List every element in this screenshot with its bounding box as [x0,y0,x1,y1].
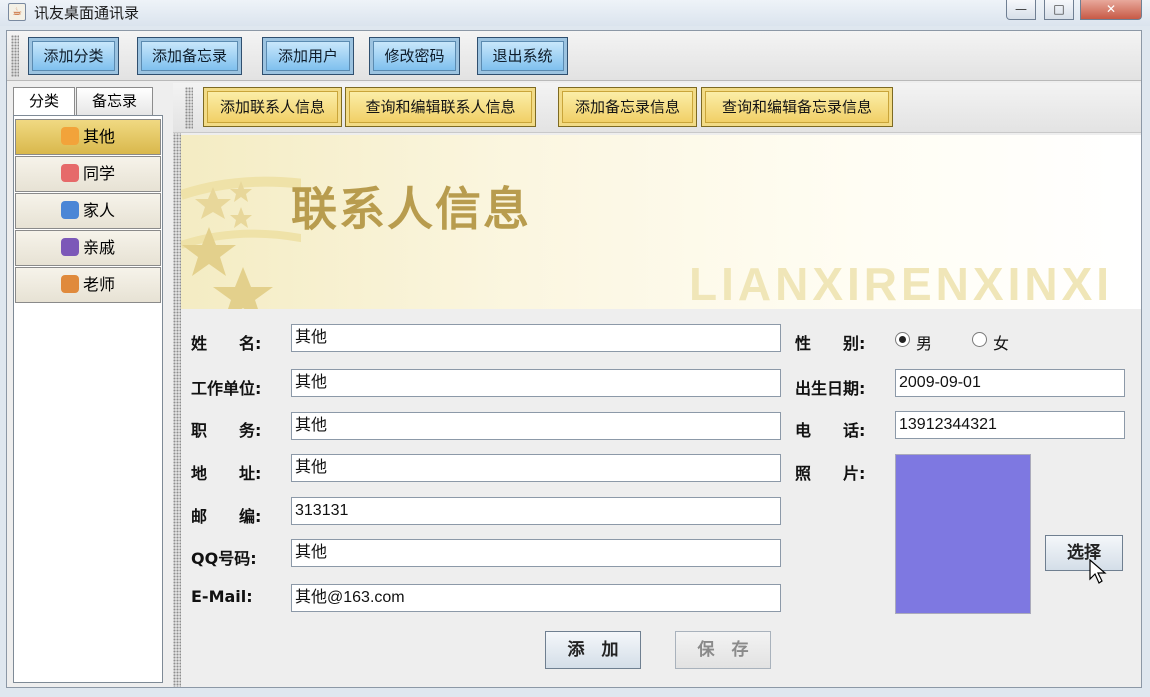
family-icon [60,201,79,219]
change-password-button[interactable]: 修改密码 [369,37,460,75]
gender-female-label: 女 [993,334,1010,353]
address-input[interactable]: 其他 [291,454,781,482]
teacher-icon [60,275,79,293]
category-item-classmates[interactable]: 同学 [15,156,161,192]
mouse-pointer-icon [1089,559,1107,584]
add-contact-button[interactable]: 添加联系人信息 [203,87,342,127]
add-user-label: 添加用户 [266,41,350,71]
photo-label: 照 片: [795,464,866,483]
splitter-grip[interactable] [173,83,181,687]
category-label: 亲戚 [82,238,115,257]
tab-memo[interactable]: 备忘录 [76,87,153,115]
category-item-other[interactable]: 其他 [15,119,161,155]
maximize-button[interactable]: □ [1044,0,1074,20]
qq-input[interactable]: 其他 [291,539,781,567]
work-unit-label: 工作单位: [191,379,262,398]
zip-label: 邮 编: [191,507,262,526]
banner-subtitle: LIANXIRENXINXI [689,258,1114,309]
tab-category[interactable]: 分类 [13,87,75,115]
photo-preview [895,454,1031,614]
gender-male-label: 男 [916,334,933,353]
minimize-button[interactable]: — [1006,0,1036,20]
birth-date-label: 出生日期: [795,379,866,398]
category-label: 同学 [82,164,115,183]
save-button[interactable]: 保 存 [675,631,771,669]
position-label: 职 务: [191,421,262,440]
gender-label: 性 别: [795,334,866,353]
query-edit-memo-label: 查询和编辑备忘录信息 [705,91,889,123]
java-app-icon: ☕ [8,3,26,21]
add-contact-label: 添加联系人信息 [207,91,338,123]
category-label: 家人 [82,201,115,220]
query-edit-contact-button[interactable]: 查询和编辑联系人信息 [345,87,536,127]
add-category-button[interactable]: 添加分类 [28,37,119,75]
title-bar: ☕ 讯友桌面通讯录 — □ ✕ [0,0,1150,26]
zip-input[interactable]: 313131 [291,497,781,525]
right-panel: 添加联系人信息 查询和编辑联系人信息 添加备忘录信息 查询和编辑备忘录信息 联系… [173,83,1141,687]
stars-decoration-icon [181,176,301,309]
window-title: 讯友桌面通讯录 [34,4,140,22]
add-user-button[interactable]: 添加用户 [262,37,354,75]
left-panel: 分类 备忘录 其他 同学 家人 亲戚 老师 [7,83,169,687]
email-input[interactable]: 其他@163.com [291,584,781,612]
category-item-family[interactable]: 家人 [15,193,161,229]
work-unit-input[interactable]: 其他 [291,369,781,397]
add-memo-info-button[interactable]: 添加备忘录信息 [558,87,697,127]
relatives-icon [60,238,79,256]
category-label: 老师 [82,275,115,294]
person-icon [60,127,79,145]
phone-label: 电 话: [795,421,866,440]
category-item-teacher[interactable]: 老师 [15,267,161,303]
group-icon [60,164,79,182]
change-password-label: 修改密码 [373,41,456,71]
exit-system-label: 退出系统 [481,41,564,71]
phone-input[interactable]: 13912344321 [895,411,1125,439]
name-label: 姓 名: [191,334,262,353]
banner-title: 联系人信息 [291,182,531,236]
main-toolbar: 添加分类 添加备忘录 添加用户 修改密码 退出系统 [7,31,1141,81]
category-list: 其他 同学 家人 亲戚 老师 [13,115,163,683]
qq-label: QQ号码: [191,549,257,568]
position-input[interactable]: 其他 [291,412,781,440]
add-category-label: 添加分类 [32,41,115,71]
name-input[interactable]: 其他 [291,324,781,352]
email-label: E-Mail: [191,587,253,606]
category-item-relatives[interactable]: 亲戚 [15,230,161,266]
category-label: 其他 [82,127,115,146]
toolbar-grip[interactable] [11,35,19,77]
add-memo-button[interactable]: 添加备忘录 [137,37,242,75]
exit-system-button[interactable]: 退出系统 [477,37,568,75]
query-edit-memo-button[interactable]: 查询和编辑备忘录信息 [701,87,893,127]
add-memo-label: 添加备忘录 [141,41,238,71]
birth-date-input[interactable]: 2009-09-01 [895,369,1125,397]
address-label: 地 址: [191,464,262,483]
contact-form: 姓 名: 其他 工作单位: 其他 职 务: 其他 地 址: 其他 邮 编: 31… [181,311,1141,687]
gender-female-radio[interactable] [972,332,987,347]
query-edit-contact-label: 查询和编辑联系人信息 [349,91,532,123]
contact-toolbar: 添加联系人信息 查询和编辑联系人信息 添加备忘录信息 查询和编辑备忘录信息 [173,83,1141,133]
main-window: 添加分类 添加备忘录 添加用户 修改密码 退出系统 分类 备忘录 其他 同学 家… [6,30,1142,688]
choose-photo-button[interactable]: 选择 [1045,535,1123,571]
contact-banner: 联系人信息 LIANXIRENXINXI [181,135,1141,309]
add-memo-info-label: 添加备忘录信息 [562,91,693,123]
close-button[interactable]: ✕ [1080,0,1142,20]
subtoolbar-grip[interactable] [185,87,193,129]
add-button[interactable]: 添 加 [545,631,641,669]
gender-male-radio[interactable] [895,332,910,347]
